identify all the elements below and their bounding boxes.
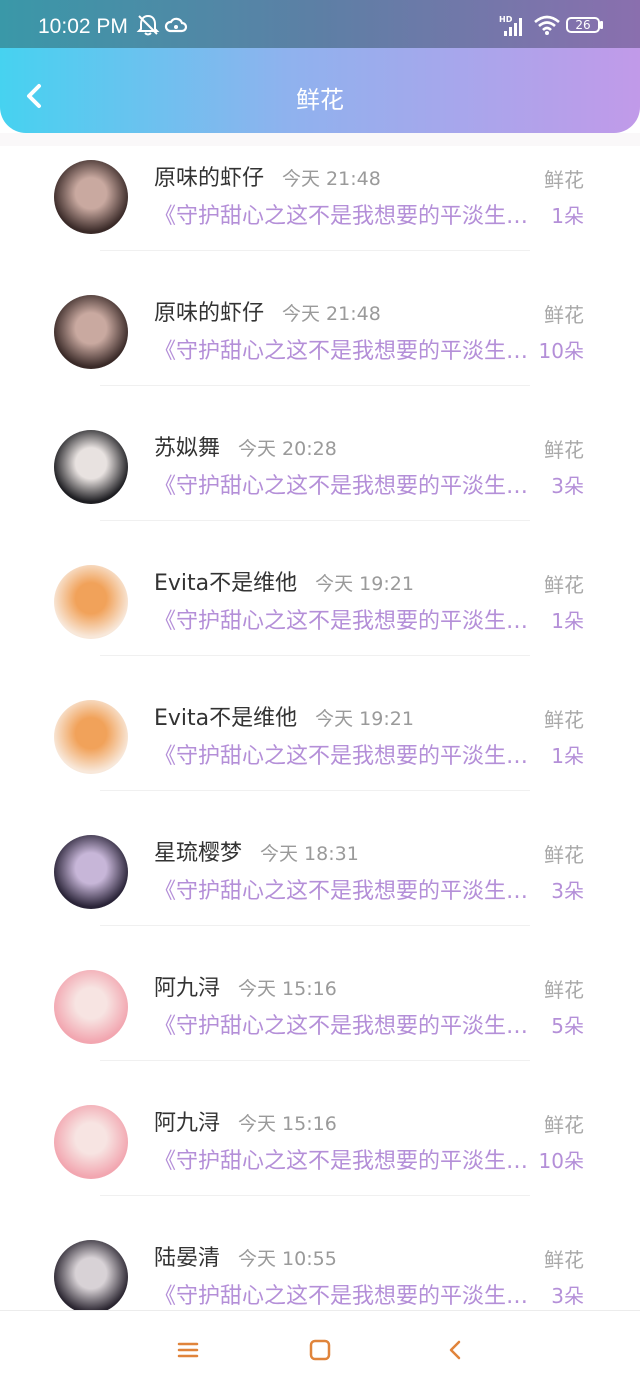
gift-count: 3朵 (551, 1284, 584, 1308)
timestamp: 今天 15:16 (238, 1113, 337, 1135)
gift-count: 1朵 (551, 204, 584, 228)
book-title-link[interactable]: 《守护甜心之这不是我想要的平淡生活》 (154, 333, 534, 365)
gift-count: 10朵 (538, 339, 584, 363)
bell-muted-icon (136, 14, 160, 36)
user-name[interactable]: 陆晏清 今天 10:55 (154, 1240, 337, 1272)
header-bar: 10:02 PM HD 26 鲜花 (0, 0, 640, 133)
gift-type-label: 鲜花 (544, 843, 584, 867)
page-title: 鲜花 (296, 86, 344, 114)
battery-level: 26 (575, 18, 591, 32)
avatar[interactable] (54, 430, 128, 504)
timestamp: 今天 21:48 (282, 168, 381, 190)
divider (100, 1060, 530, 1061)
list-item[interactable]: 阿九浔 今天 15:16 《守护甜心之这不是我想要的平淡生活》 鲜花 10朵 (0, 1073, 640, 1208)
gift-type-label: 鲜花 (544, 168, 584, 192)
divider (100, 385, 530, 386)
list-item[interactable]: Evita不是维他 今天 19:21 《守护甜心之这不是我想要的平淡生活》 鲜花 1朵 (0, 533, 640, 668)
user-name-text: 星琉樱梦 (154, 841, 243, 866)
user-name[interactable]: 阿九浔 今天 15:16 (154, 1105, 337, 1137)
cloud-icon (164, 17, 188, 33)
user-name[interactable]: 原味的虾仔 今天 21:48 (154, 160, 381, 192)
gift-count: 3朵 (551, 474, 584, 498)
list-item[interactable]: Evita不是维他 今天 19:21 《守护甜心之这不是我想要的平淡生活》 鲜花 1朵 (0, 668, 640, 803)
user-name[interactable]: 星琉樱梦 今天 18:31 (154, 835, 359, 867)
user-name-text: 阿九浔 (154, 1111, 221, 1136)
gift-type-label: 鲜花 (544, 438, 584, 462)
gift-type-label: 鲜花 (544, 303, 584, 327)
list-item[interactable]: 原味的虾仔 今天 21:48 《守护甜心之这不是我想要的平淡生活》 鲜花 1朵 (0, 146, 640, 263)
gift-count: 10朵 (538, 1149, 584, 1173)
book-title-link[interactable]: 《守护甜心之这不是我想要的平淡生活》 (154, 873, 534, 905)
avatar[interactable] (54, 1105, 128, 1179)
status-bar: 10:02 PM HD 26 (0, 0, 640, 48)
book-title-link[interactable]: 《守护甜心之这不是我想要的平淡生活》 (154, 1143, 534, 1175)
book-title-link[interactable]: 《守护甜心之这不是我想要的平淡生活》 (154, 1278, 534, 1310)
signal-icon (504, 18, 522, 36)
list-item[interactable]: 星琉樱梦 今天 18:31 《守护甜心之这不是我想要的平淡生活》 鲜花 3朵 (0, 803, 640, 938)
divider (100, 520, 530, 521)
user-name[interactable]: 阿九浔 今天 15:16 (154, 970, 337, 1002)
timestamp: 今天 20:28 (238, 438, 337, 460)
timestamp: 今天 21:48 (282, 303, 381, 325)
wifi-icon (534, 15, 560, 35)
timestamp: 今天 15:16 (238, 978, 337, 1000)
gift-type-label: 鲜花 (544, 1248, 584, 1272)
book-title-link[interactable]: 《守护甜心之这不是我想要的平淡生活》 (154, 468, 534, 500)
book-title-link[interactable]: 《守护甜心之这不是我想要的平淡生活》 (154, 603, 534, 635)
avatar[interactable] (54, 295, 128, 369)
book-title-link[interactable]: 《守护甜心之这不是我想要的平淡生活》 (154, 738, 534, 770)
gift-list[interactable]: 原味的虾仔 今天 21:48 《守护甜心之这不是我想要的平淡生活》 鲜花 1朵 原味的虾仔… (0, 146, 640, 1310)
back-chevron-icon[interactable] (440, 1335, 470, 1365)
user-name-text: 苏姒舞 (154, 436, 221, 461)
timestamp: 今天 19:21 (315, 573, 414, 595)
divider (100, 655, 530, 656)
divider (100, 250, 530, 251)
list-item[interactable]: 陆晏清 今天 10:55 《守护甜心之这不是我想要的平淡生活》 鲜花 3朵 (0, 1208, 640, 1310)
avatar[interactable] (54, 700, 128, 774)
book-title-link[interactable]: 《守护甜心之这不是我想要的平淡生活》 (154, 1008, 534, 1040)
timestamp: 今天 10:55 (238, 1248, 337, 1270)
gift-type-label: 鲜花 (544, 573, 584, 597)
gift-count: 1朵 (551, 744, 584, 768)
book-title-link[interactable]: 《守护甜心之这不是我想要的平淡生活》 (154, 198, 534, 230)
user-name-text: Evita不是维他 (154, 706, 298, 731)
timestamp: 今天 18:31 (260, 843, 359, 865)
avatar[interactable] (54, 835, 128, 909)
avatar[interactable] (54, 565, 128, 639)
avatar[interactable] (54, 970, 128, 1044)
gift-count: 3朵 (551, 879, 584, 903)
home-square-icon[interactable] (305, 1335, 335, 1365)
user-name[interactable]: Evita不是维他 今天 19:21 (154, 565, 414, 597)
menu-icon[interactable] (173, 1335, 203, 1365)
list-item[interactable]: 原味的虾仔 今天 21:48 《守护甜心之这不是我想要的平淡生活》 鲜花 10朵 (0, 263, 640, 398)
divider (100, 1195, 530, 1196)
user-name-text: 阿九浔 (154, 976, 221, 1001)
gift-type-label: 鲜花 (544, 1113, 584, 1137)
user-name[interactable]: Evita不是维他 今天 19:21 (154, 700, 414, 732)
divider (100, 790, 530, 791)
user-name[interactable]: 原味的虾仔 今天 21:48 (154, 295, 381, 327)
divider (100, 925, 530, 926)
status-time: 10:02 PM (38, 15, 128, 38)
list-item[interactable]: 苏姒舞 今天 20:28 《守护甜心之这不是我想要的平淡生活》 鲜花 3朵 (0, 398, 640, 533)
gift-type-label: 鲜花 (544, 708, 584, 732)
battery-icon: 26 (566, 17, 600, 33)
user-name-text: Evita不是维他 (154, 571, 298, 596)
gift-count: 5朵 (551, 1014, 584, 1038)
avatar[interactable] (54, 1240, 128, 1310)
user-name-text: 原味的虾仔 (154, 166, 265, 191)
avatar[interactable] (54, 160, 128, 234)
user-name[interactable]: 苏姒舞 今天 20:28 (154, 430, 337, 462)
system-nav-bar (0, 1310, 640, 1388)
gift-type-label: 鲜花 (544, 978, 584, 1002)
user-name-text: 陆晏清 (154, 1246, 221, 1271)
timestamp: 今天 19:21 (315, 708, 414, 730)
user-name-text: 原味的虾仔 (154, 301, 265, 326)
list-item[interactable]: 阿九浔 今天 15:16 《守护甜心之这不是我想要的平淡生活》 鲜花 5朵 (0, 938, 640, 1073)
gift-count: 1朵 (551, 609, 584, 633)
